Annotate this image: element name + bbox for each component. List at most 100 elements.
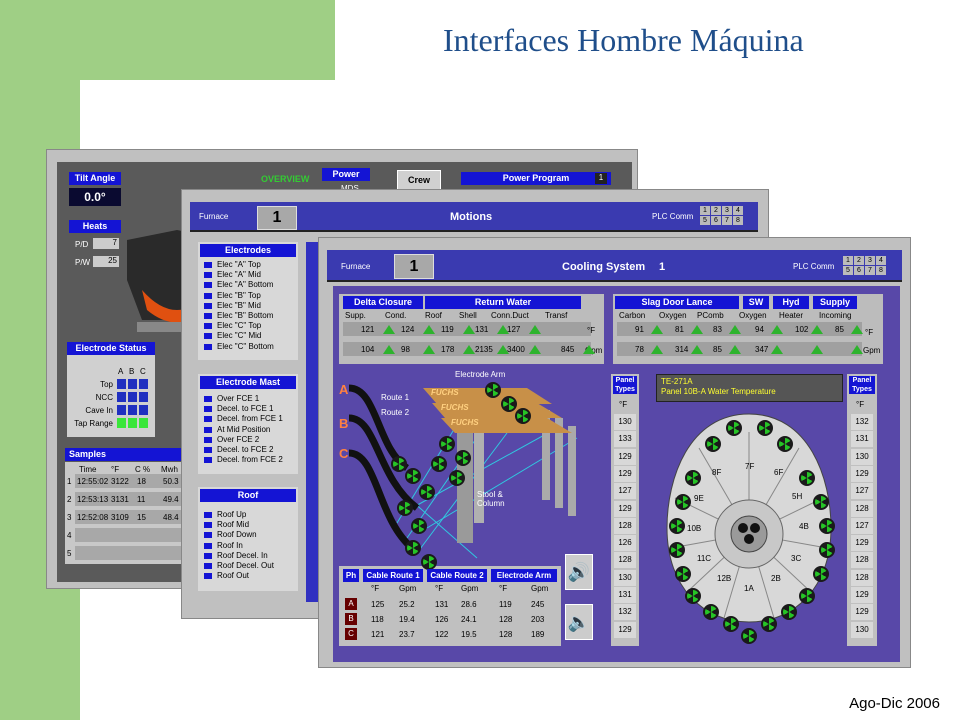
slag-f-value: 94 — [755, 325, 764, 334]
roof-panel-label: 12B — [717, 574, 732, 583]
panel-temp-cell: 131 — [614, 587, 636, 603]
samples-c: 11 — [137, 495, 146, 504]
plc-cell: 1 — [843, 256, 853, 265]
up-arrow-icon — [529, 325, 541, 334]
hyd-header: Hyd — [773, 296, 809, 309]
slag-col-header: Heater — [779, 311, 804, 320]
mast_items-item: Over FCE 1 — [204, 394, 294, 404]
water-flow-fan-icon — [419, 484, 435, 500]
panel-temp-cell: 129 — [614, 465, 636, 482]
tag-id: TE-271A — [661, 377, 693, 386]
up-arrow-icon — [423, 325, 435, 334]
left-panel-types-header: Panel Types — [613, 376, 637, 394]
electrodes_items-item: Elec "B" Top — [204, 291, 294, 301]
alarm-speaker-icon[interactable]: 🔊 — [565, 554, 593, 590]
tilt-angle-value: 0.0° — [69, 188, 121, 206]
water-gpm-value: 98 — [401, 345, 410, 354]
stool-label: Stool & — [477, 490, 503, 499]
electrodes_items-item-label: Elec "B" Bottom — [217, 311, 274, 321]
delta-closure-header: Delta Closure — [343, 296, 423, 309]
up-arrow-icon — [811, 345, 823, 354]
slide-title: Interfaces Hombre Máquina — [443, 22, 804, 58]
water-gpm-value: 178 — [441, 345, 455, 354]
slag-col-header: Oxygen — [659, 311, 687, 320]
samples-f: 3122 — [111, 477, 129, 486]
samples-mwh: 50.3 — [163, 477, 179, 486]
roof-panel-label: 3C — [791, 554, 802, 563]
plc-cell: 1 — [700, 206, 710, 215]
cooling-furnace-value[interactable]: 1 — [394, 254, 434, 279]
plc-cell: 4 — [876, 256, 886, 265]
roof_items-item: Roof Up — [204, 510, 294, 520]
crew-button[interactable]: Crew — [397, 170, 441, 190]
electrode-status-table: A B C Top NCC Cave In Tap Range — [67, 355, 155, 437]
cable-table-cell: 118 — [371, 615, 384, 624]
water-flow-fan-icon — [515, 408, 531, 424]
cable-table-header: Ph — [343, 569, 359, 582]
left-panel-unit: °F — [619, 400, 628, 409]
status-indicator-icon — [204, 272, 212, 279]
panel-temp-cell: 130 — [851, 448, 873, 465]
tilt-angle-header: Tilt Angle — [69, 172, 121, 185]
slag-col-header: Carbon — [619, 311, 646, 320]
roof_items-item-label: Roof Decel. Out — [217, 561, 274, 571]
up-arrow-icon — [771, 325, 783, 334]
mast-list: Over FCE 1 Decel. to FCE 1 Decel. from FCE… — [204, 394, 294, 466]
status-row-top: Top — [100, 380, 113, 389]
samples-row-num: 2 — [67, 495, 72, 504]
roof_items-item: Roof Out — [204, 571, 294, 581]
overview-title: OVERVIEW — [261, 174, 310, 184]
water-f-value: 131 — [475, 325, 489, 334]
roof-panel-label: 2B — [771, 574, 781, 583]
plc-cell: 5 — [700, 216, 710, 225]
water-col-header: Supp. — [345, 311, 366, 320]
status-indicator-icon — [204, 261, 212, 268]
power-program-header: Power Program — [461, 172, 611, 185]
motions-furnace-value[interactable]: 1 — [257, 206, 297, 230]
mast-header: Electrode Mast — [200, 376, 296, 389]
cooling-furnace-label: Furnace — [341, 262, 371, 271]
mast_items-item: Decel. from FCE 2 — [204, 455, 294, 465]
electrodes_items-item-label: Elec "C" Mid — [217, 331, 262, 341]
panel-temp-cell: 128 — [851, 500, 873, 517]
roof-water-fan-icon — [705, 436, 721, 452]
mast_items-item: Decel. to FCE 2 — [204, 445, 294, 455]
panel-temp-cell: 129 — [851, 587, 873, 603]
roof-water-fan-icon — [813, 494, 829, 510]
samples-col-time: Time — [79, 465, 97, 474]
roof-water-fan-icon — [669, 542, 685, 558]
up-arrow-icon — [383, 325, 395, 334]
samples-row-num: 1 — [67, 477, 72, 486]
cable-sub-header: °F — [499, 584, 508, 593]
water-col-header: Cond. — [385, 311, 407, 320]
water-gpm-value: 845 — [561, 345, 575, 354]
roof_items-item: Roof Decel. Out — [204, 561, 294, 571]
cable-table-cell: 121 — [371, 630, 385, 639]
cooling-screen: Furnace 1 Cooling System 1 PLC Comm 1234… — [319, 238, 910, 667]
water-col-header: Roof — [425, 311, 442, 320]
status-col-c: C — [140, 367, 146, 376]
plc-cell: 2 — [854, 256, 864, 265]
right-panel-types-line2: Types — [852, 386, 872, 393]
panel-temp-cell: 129 — [851, 604, 873, 621]
power-header: Power — [322, 168, 370, 181]
panel-temp-cell: 129 — [614, 500, 636, 517]
status-row-cave-in: Cave In — [85, 406, 113, 415]
mute-speaker-icon[interactable]: 🔈 — [565, 604, 593, 640]
cable-sub-header: °F — [435, 584, 444, 593]
samples-row — [75, 546, 185, 560]
plc-cell: 3 — [722, 206, 732, 215]
electrodes_items-item-label: Elec "B" Mid — [217, 300, 261, 310]
brand-label-3: FUCHS — [451, 418, 479, 427]
status-indicator-icon — [204, 511, 212, 518]
water-flow-fan-icon — [455, 450, 471, 466]
left-panel-types-line1: Panel — [615, 377, 635, 384]
electrode-status-header: Electrode Status — [67, 342, 155, 355]
mast_items-item-label: Over FCE 2 — [217, 434, 260, 444]
slag-f-value: 102 — [795, 325, 809, 334]
cable-table-cell: 245 — [531, 600, 545, 609]
cable-table-cell: 19.4 — [399, 615, 415, 624]
status-indicator-icon — [204, 282, 212, 289]
electrodes_items-item: Elec "C" Mid — [204, 331, 294, 341]
samples-row-num: 5 — [67, 549, 72, 558]
